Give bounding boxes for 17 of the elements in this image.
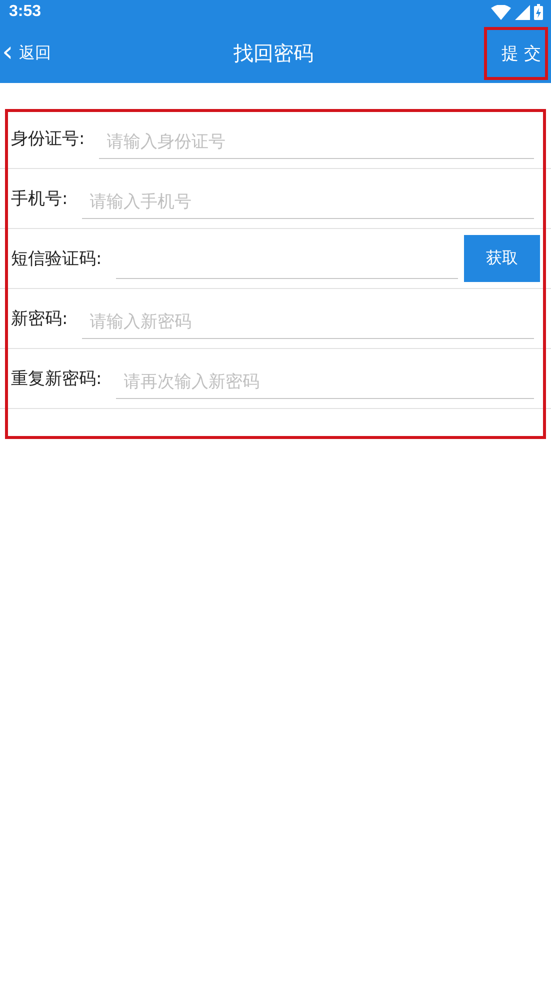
- field-label: 手机号:: [11, 188, 68, 210]
- input-field[interactable]: 请输入新密码: [82, 306, 534, 339]
- page-title: 找回密码: [232, 40, 314, 67]
- field-label: 新密码:: [11, 308, 68, 330]
- submit-button[interactable]: 提 交: [498, 34, 545, 74]
- input-field[interactable]: 请输入身份证号: [98, 126, 534, 159]
- back-button[interactable]: ‹ 返回: [2, 34, 52, 74]
- signal-icon: [515, 4, 530, 20]
- get-code-button[interactable]: 获取: [464, 235, 540, 282]
- field-label: 身份证号:: [11, 128, 85, 150]
- field-label: 重复新密码:: [11, 368, 102, 390]
- status-time: 3:53: [9, 3, 42, 21]
- battery-icon: [534, 4, 543, 20]
- input-field[interactable]: 请再次输入新密码: [116, 366, 534, 399]
- input-field[interactable]: 请输入手机号: [82, 186, 534, 219]
- wifi-icon: [491, 4, 511, 20]
- field-label: 短信验证码:: [11, 248, 102, 270]
